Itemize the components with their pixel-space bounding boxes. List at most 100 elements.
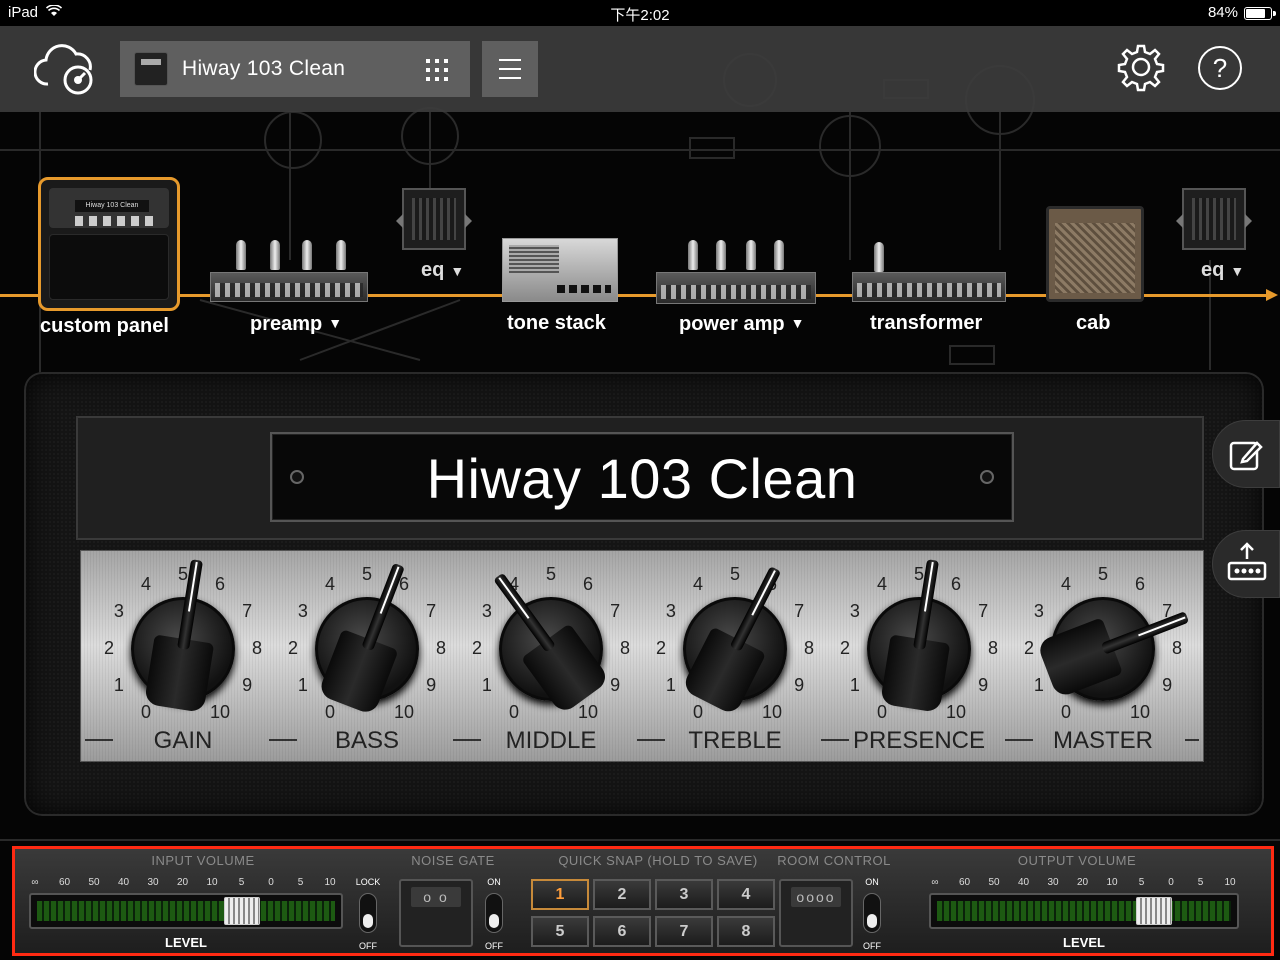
status-time: 下午2:02	[610, 7, 670, 24]
eq-module-1[interactable]	[396, 188, 472, 250]
knob-scale-tick: 10	[945, 702, 967, 723]
meter-scale-label: 10	[1224, 877, 1236, 888]
noise-gate-title: NOISE GATE	[411, 853, 495, 868]
output-volume-control: ∞ 60 50 40 30 20 10 5 0 5 10 LEVEL	[929, 875, 1239, 951]
output-volume-title: OUTPUT VOLUME	[1017, 853, 1137, 868]
knob-scale-tick: 0	[324, 702, 335, 723]
power-amp-module[interactable]	[656, 272, 816, 304]
chevron-down-icon: ▼	[1230, 263, 1245, 279]
knob-scale-tick: 1	[849, 675, 860, 695]
knob-scale-tick: 6	[214, 573, 225, 594]
help-icon[interactable]: ?	[1198, 46, 1242, 90]
meter-scale-label: 50	[88, 877, 100, 888]
knob-scale-tick: 9	[426, 675, 437, 695]
meter-scale-label: ∞	[931, 877, 939, 888]
knob-scale-tick: 3	[481, 601, 492, 621]
custom-panel-module[interactable]: Hiway 103 Clean	[38, 177, 180, 311]
quick-snap-button-3[interactable]: 3	[655, 879, 713, 910]
knob-scale-tick: 9	[610, 675, 621, 695]
meter-scale-label: 0	[268, 877, 274, 888]
input-volume-control: ∞ 60 50 40 30 20 10 5 0 5 10 LEVEL	[29, 875, 343, 951]
eq-dropdown-1[interactable]: eq ▼	[421, 259, 464, 282]
quick-snap-button-5[interactable]: 5	[531, 916, 589, 947]
noise-gate-toggle[interactable]: ON OFF	[479, 875, 509, 953]
output-level-slider[interactable]	[1136, 897, 1173, 925]
tone-stack-module[interactable]	[502, 238, 618, 302]
knob-scale-tick: 2	[103, 638, 114, 658]
knob-scale-tick: 4	[1060, 573, 1071, 594]
knob-scale-tick: 10	[761, 702, 783, 723]
lock-toggle[interactable]: LOCK OFF	[353, 875, 383, 953]
knob-scale-tick: 1	[297, 675, 308, 695]
knob-gain[interactable]: 0 1 2 3 4 5 6 7 8 9 10 GAIN	[91, 551, 275, 763]
knob-scale-tick: 5	[1097, 564, 1108, 584]
knob-scale-tick: 5	[545, 564, 556, 584]
knob-presence[interactable]: 0 1 2 3 4 5 6 7 8 9 10 PRESENCE	[827, 551, 1011, 763]
knob-scale-tick: 5	[361, 564, 372, 584]
input-volume-scale: ∞ 60 50 40 30 20 10 5 0 5 10	[29, 877, 343, 891]
knob-label: BASS	[334, 727, 400, 754]
knob-scale-tick: 0	[1060, 702, 1071, 723]
noise-gate-pedal[interactable]: o o	[399, 879, 473, 947]
knob-scale-tick: 2	[839, 638, 850, 658]
edit-icon[interactable]	[1212, 420, 1280, 488]
knob-scale-tick: 0	[140, 702, 151, 723]
meter-scale-label: 0	[1168, 877, 1174, 888]
grid-icon[interactable]	[426, 59, 448, 81]
preamp-module[interactable]	[210, 272, 368, 302]
preset-selector[interactable]: Hiway 103 Clean	[120, 41, 470, 97]
meter-scale-label: 40	[1017, 877, 1030, 888]
knob-middle[interactable]: 0 1 2 3 4 5 6 7 8 9 10 MIDDLE	[459, 551, 643, 763]
knob-treble[interactable]: 012345678910TREBLE	[643, 551, 827, 763]
gear-icon[interactable]	[1116, 42, 1166, 92]
knob-bass[interactable]: 0 1 2 3 4 5 6 7 8 9 10 BASS	[275, 551, 459, 763]
knob-scale-tick: 6	[582, 573, 593, 594]
menu-icon[interactable]	[482, 41, 538, 97]
meter-scale-label: 5	[1138, 877, 1145, 888]
quick-snap-button-8[interactable]: 8	[717, 916, 775, 947]
power-amp-dropdown[interactable]: power amp ▼	[679, 313, 804, 336]
knob-scale-tick: 0	[692, 702, 703, 723]
knob-scale-tick: 3	[849, 601, 860, 621]
amp-grill	[49, 234, 169, 300]
room-control-toggle[interactable]: ON OFF	[857, 875, 887, 953]
input-level-meter[interactable]	[29, 893, 343, 929]
knob-scale-tick: 8	[803, 638, 814, 658]
transformer-module[interactable]	[852, 272, 1006, 302]
amp-head: Hiway 103 Clean 0 1 2 3 4 5 6 7 8 9 10 GAIN 0 1 2 3 4 5 6 7…	[24, 372, 1264, 816]
meter-scale-label: 20	[176, 877, 189, 888]
knob-label: GAIN	[153, 727, 213, 754]
knob-scale-tick: 10	[209, 702, 231, 723]
meter-scale-label: 5	[297, 877, 304, 888]
amp-top-panel: Hiway 103 Clean	[76, 416, 1204, 540]
room-control-pedal[interactable]: oooo	[779, 879, 853, 947]
cloud-icon[interactable]	[33, 40, 100, 96]
knob-scale-tick: 4	[876, 573, 887, 594]
preamp-dropdown[interactable]: preamp ▼	[250, 313, 342, 336]
export-icon[interactable]	[1212, 530, 1280, 598]
eq-module-2[interactable]	[1176, 188, 1252, 250]
quick-snap-button-1[interactable]: 1	[531, 879, 589, 910]
meter-scale-label: 10	[206, 877, 218, 888]
quick-snap-button-7[interactable]: 7	[655, 916, 713, 947]
knob-master[interactable]: 0 1 2 3 4 5 6 7 8 9 10 MASTER	[1011, 551, 1195, 763]
eq-dropdown-2[interactable]: eq ▼	[1201, 259, 1244, 282]
tone-stack-label: tone stack	[507, 312, 606, 334]
quick-snap-button-4[interactable]: 4	[717, 879, 775, 910]
knob-scale-tick: 7	[242, 601, 253, 621]
output-volume-scale: ∞ 60 50 40 30 20 10 5 0 5 10	[929, 877, 1239, 891]
knob-scale-tick: 3	[297, 601, 308, 621]
quick-snap-button-6[interactable]: 6	[593, 916, 651, 947]
knob-scale-tick: 8	[619, 638, 630, 658]
cab-module[interactable]	[1046, 206, 1144, 302]
input-level-slider[interactable]	[223, 897, 260, 925]
knob-scale-tick: 3	[113, 601, 124, 621]
knob-scale-tick: 1	[1033, 675, 1044, 695]
output-level-meter[interactable]	[929, 893, 1239, 929]
meter-scale-label: 30	[1047, 877, 1059, 888]
quick-snap-button-2[interactable]: 2	[593, 879, 651, 910]
knob-scale-tick: 10	[393, 702, 415, 723]
knob-scale-tick: 2	[287, 638, 298, 658]
knob-label: TREBLE	[688, 727, 782, 754]
knob-scale-tick: 1	[481, 675, 492, 695]
